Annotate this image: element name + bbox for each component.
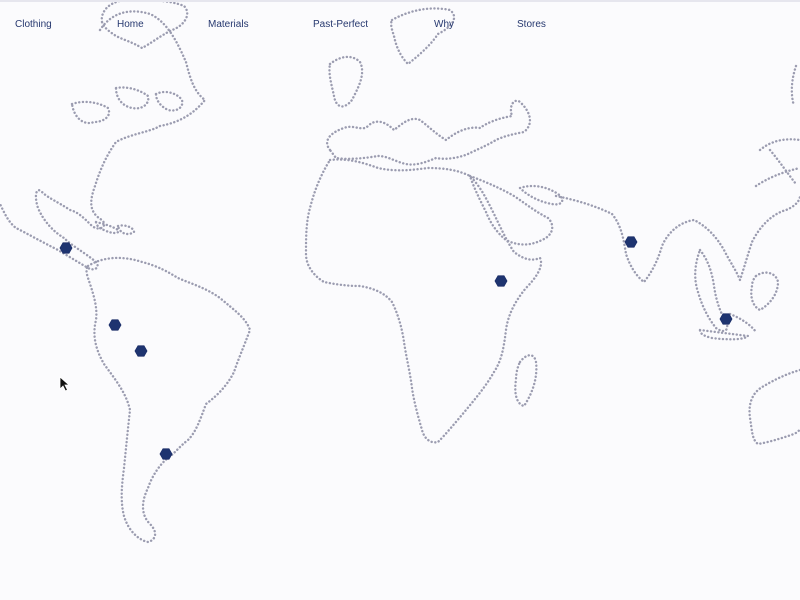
nav-link-why[interactable]: Why <box>434 19 454 30</box>
europe-outline <box>325 55 532 166</box>
map-marker-peru[interactable] <box>108 319 122 331</box>
siberia-outline <box>754 138 800 188</box>
map-marker-central-america[interactable] <box>59 242 73 254</box>
south-america-outline <box>85 256 252 544</box>
asia-outline <box>554 194 800 284</box>
nav-link-clothing[interactable]: Clothing <box>15 19 52 30</box>
map-marker-ethiopia[interactable] <box>494 275 508 287</box>
map-marker-india[interactable] <box>624 236 638 248</box>
nav-link-past-perfect[interactable]: Past-Perfect <box>313 19 368 30</box>
location-markers <box>59 236 733 460</box>
nav-link-stores[interactable]: Stores <box>517 19 546 30</box>
australia-outline <box>748 368 800 446</box>
hudson-islands-outline <box>70 86 184 125</box>
southeast-asia-outline <box>694 248 780 341</box>
mouse-pointer-icon <box>59 376 71 392</box>
world-map <box>0 0 800 544</box>
north-america-outline <box>0 10 207 271</box>
map-marker-uruguay[interactable] <box>159 448 173 460</box>
map-marker-indonesia[interactable] <box>719 313 733 325</box>
main-nav: Clothing Home Materials Past-Perfect Why… <box>0 0 800 48</box>
arabia-outline <box>468 174 564 246</box>
korea-japan-outline <box>790 64 798 108</box>
nav-link-materials[interactable]: Materials <box>208 19 249 30</box>
madagascar-outline <box>514 354 538 408</box>
map-marker-bolivia[interactable] <box>134 345 148 357</box>
page: Clothing Home Materials Past-Perfect Why… <box>0 0 800 600</box>
nav-link-home[interactable]: Home <box>117 19 144 30</box>
africa-outline <box>304 158 543 444</box>
